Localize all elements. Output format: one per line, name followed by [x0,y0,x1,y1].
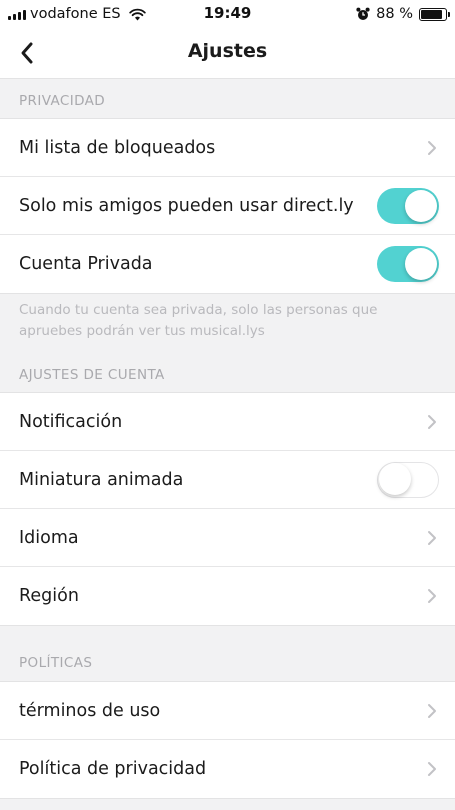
row-label: Política de privacidad [19,759,207,779]
nav-bar: Ajustes [0,28,455,79]
toggle-knob [379,463,411,495]
row-label: Mi lista de bloqueados [19,137,216,158]
row-private-account: Cuenta Privada [0,235,455,293]
row-terms-of-use[interactable]: términos de uso [0,682,455,740]
row-blocked-list[interactable]: Mi lista de bloqueados [0,119,455,177]
row-label: términos de uso [19,700,161,721]
row-label: Cuenta Privada [19,254,153,274]
row-region[interactable]: Región [0,567,455,625]
row-label: Notificación [19,411,123,432]
battery-fill [421,9,443,19]
private-account-toggle[interactable] [377,246,439,282]
section-header-policies: POLÍTICAS [19,655,93,671]
row-notification[interactable]: Notificación [0,393,455,451]
friends-only-toggle[interactable] [377,187,439,224]
battery-icon [419,7,450,21]
animated-thumbnail-toggle[interactable] [377,461,439,498]
chevron-right-icon [428,530,436,545]
row-label: Solo mis amigos pueden usar direct.ly [19,195,354,216]
battery-percent: 88 % [376,6,413,22]
toggle-knob [405,189,437,222]
private-account-footnote: Cuando tu cuenta sea privada, solo las p… [19,302,378,339]
alarm-icon [356,7,370,20]
group-privacy: Mi lista de bloqueados Solo mis amigos p… [0,118,455,294]
toggle-knob [405,248,437,280]
chevron-right-icon [428,762,436,776]
group-policies: términos de uso Política de privacidad [0,681,455,799]
row-animated-thumbnail: Miniatura animada [0,451,455,509]
row-privacy-policy[interactable]: Política de privacidad [0,740,455,798]
chevron-right-icon [428,140,436,155]
row-label: Miniatura animada [19,469,184,490]
chevron-right-icon [428,703,436,718]
section-header-account: AJUSTES DE CUENTA [19,367,165,383]
row-label: Idioma [19,527,79,548]
chevron-right-icon [428,589,436,603]
row-label: Región [19,586,79,606]
group-account: Notificación Miniatura animada Idioma Re… [0,392,455,626]
section-header-privacy: PRIVACIDAD [19,93,106,109]
row-friends-only-directly: Solo mis amigos pueden usar direct.ly [0,177,455,235]
chevron-right-icon [428,414,436,429]
status-bar: vodafone ES 19:49 88 % [0,0,455,28]
status-right: 88 % [356,4,450,24]
page-title: Ajustes [187,40,268,62]
row-language[interactable]: Idioma [0,509,455,567]
